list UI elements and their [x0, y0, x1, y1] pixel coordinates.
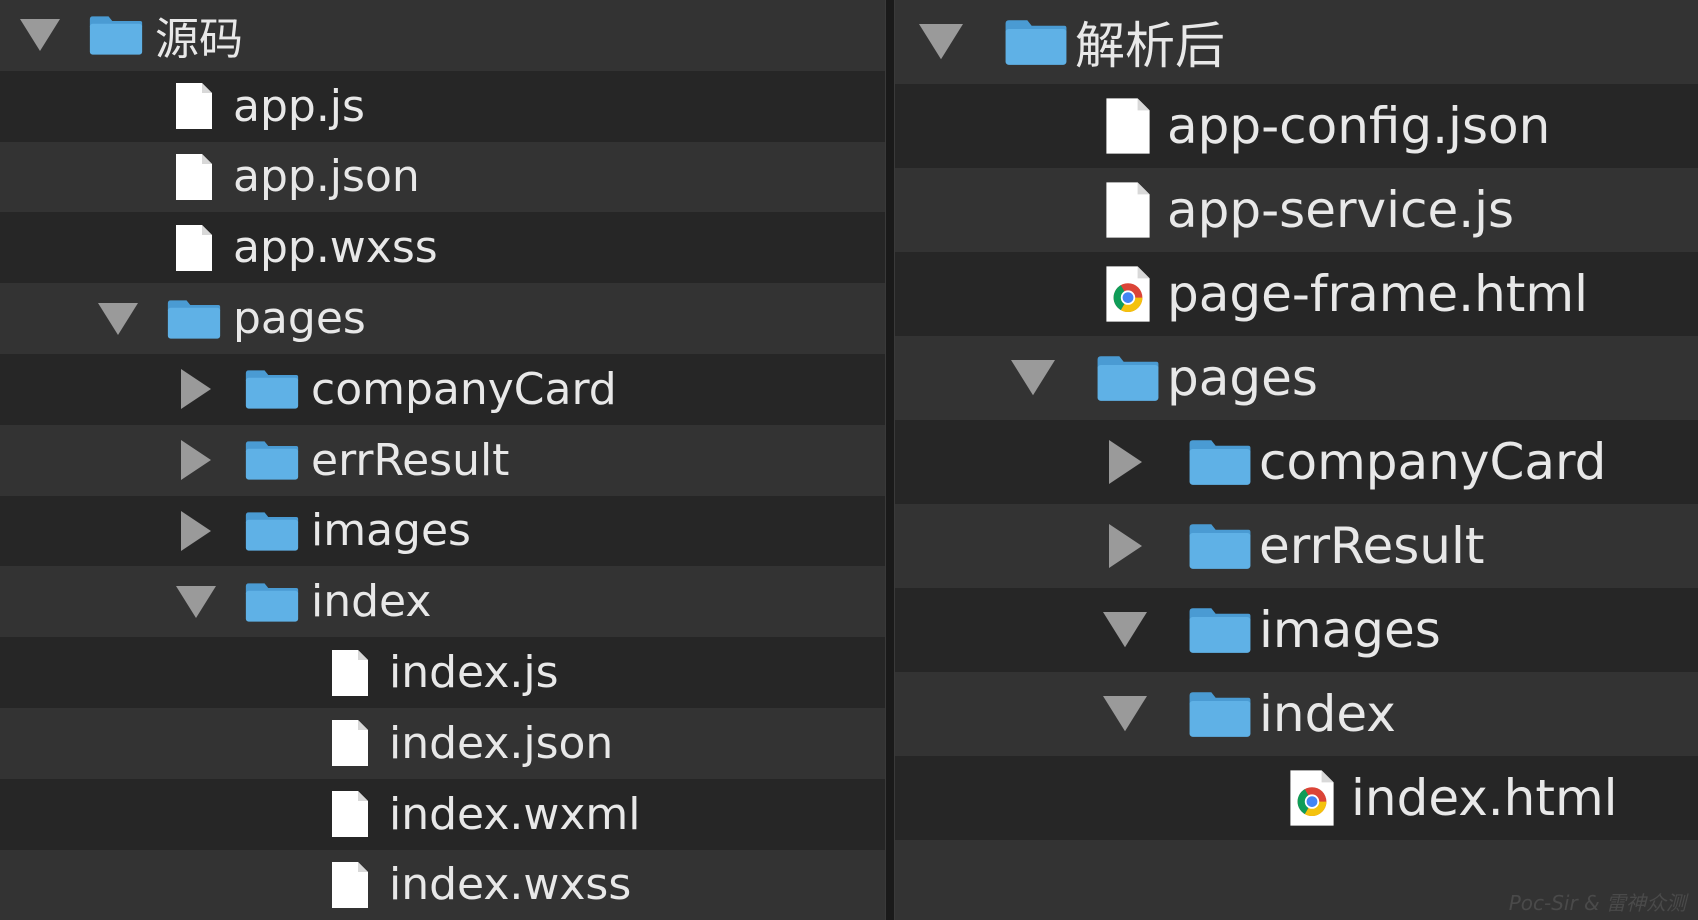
item-name: index.js [389, 647, 559, 699]
document-file-icon [322, 637, 378, 708]
folder-row[interactable]: pages [895, 336, 1698, 420]
folder-icon [244, 566, 300, 637]
chrome-html-file-icon [1279, 756, 1345, 840]
file-row[interactable]: index.json [0, 708, 885, 779]
folder-icon [244, 354, 300, 425]
folder-row[interactable]: companyCard [895, 420, 1698, 504]
file-row[interactable]: app.json [0, 141, 885, 213]
disclosure-collapsed-icon[interactable] [174, 354, 218, 425]
item-name: pages [233, 293, 366, 345]
watermark-text: Poc-Sir & 雷神众测 [1508, 891, 1686, 915]
document-file-icon [1095, 84, 1161, 168]
file-row[interactable]: page-frame.html [895, 252, 1698, 336]
finder-comparison: 源码 app.js app.json app.wxss pages compan… [0, 0, 1698, 920]
folder-icon [1187, 420, 1253, 504]
item-name: index.wxss [389, 859, 632, 911]
folder-icon [1095, 336, 1161, 420]
file-row[interactable]: app.wxss [0, 212, 885, 284]
file-row[interactable]: app-service.js [895, 168, 1698, 252]
item-name: 解析后 [1075, 17, 1225, 75]
item-name: index [311, 576, 432, 628]
disclosure-expanded-icon[interactable] [1101, 672, 1149, 756]
item-name: index.json [389, 717, 614, 769]
file-row[interactable]: app-config.json [895, 84, 1698, 168]
disclosure-expanded-icon[interactable] [917, 0, 965, 84]
item-name: companyCard [1259, 433, 1607, 491]
folder-row[interactable]: companyCard [0, 354, 885, 425]
item-name: companyCard [311, 363, 617, 415]
disclosure-collapsed-icon[interactable] [1101, 420, 1149, 504]
folder-row[interactable]: pages [0, 283, 885, 354]
item-name: images [1259, 601, 1441, 659]
item-name: app.js [233, 80, 365, 132]
folder-row[interactable]: 源码 [0, 0, 885, 71]
item-name: pages [1167, 349, 1318, 407]
item-name: errResult [311, 434, 510, 486]
disclosure-collapsed-icon[interactable] [174, 425, 218, 496]
source-tree-pane: 源码 app.js app.json app.wxss pages compan… [0, 0, 885, 920]
folder-icon [166, 283, 222, 354]
file-row[interactable]: index.js [0, 637, 885, 708]
folder-row[interactable]: errResult [895, 504, 1698, 588]
file-row[interactable]: app.js [0, 70, 885, 142]
folder-icon [244, 496, 300, 567]
folder-row[interactable]: index [895, 672, 1698, 756]
disclosure-expanded-icon[interactable] [96, 283, 140, 354]
document-file-icon [166, 142, 222, 213]
document-file-icon [322, 779, 378, 850]
item-name: app.wxss [233, 222, 438, 274]
item-name: errResult [1259, 517, 1485, 575]
item-name: page-frame.html [1167, 265, 1588, 323]
file-row[interactable]: index.wxss [0, 849, 885, 920]
folder-icon [1187, 504, 1253, 588]
document-file-icon [322, 708, 378, 779]
file-row[interactable]: index.wxml [0, 778, 885, 850]
folder-row[interactable]: images [0, 495, 885, 567]
document-file-icon [322, 850, 378, 920]
folder-row[interactable]: index [0, 566, 885, 638]
folder-icon [1187, 672, 1253, 756]
folder-row[interactable]: errResult [0, 424, 885, 496]
document-file-icon [166, 212, 222, 283]
folder-row[interactable]: 解析后 [895, 0, 1698, 84]
item-name: app.json [233, 151, 420, 203]
item-name: index [1259, 685, 1396, 743]
folder-row[interactable]: images [895, 588, 1698, 672]
folder-icon [1187, 588, 1253, 672]
disclosure-expanded-icon[interactable] [1101, 588, 1149, 672]
item-name: index.wxml [389, 788, 641, 840]
item-name: images [311, 505, 471, 557]
folder-icon [244, 425, 300, 496]
item-name: 源码 [155, 14, 243, 66]
disclosure-collapsed-icon[interactable] [174, 496, 218, 567]
document-file-icon [1095, 168, 1161, 252]
decompiled-tree-pane: 解析后 app-config.json app-service.js page-… [895, 0, 1698, 920]
item-name: app-service.js [1167, 181, 1515, 239]
item-name: index.html [1351, 769, 1618, 827]
file-row[interactable]: index.html [895, 756, 1698, 840]
pane-divider[interactable] [885, 0, 895, 920]
folder-icon [88, 0, 144, 71]
document-file-icon [166, 71, 222, 142]
disclosure-expanded-icon[interactable] [18, 0, 62, 71]
folder-icon [1003, 0, 1069, 84]
disclosure-expanded-icon[interactable] [1009, 336, 1057, 420]
disclosure-collapsed-icon[interactable] [1101, 504, 1149, 588]
chrome-html-file-icon [1095, 252, 1161, 336]
disclosure-expanded-icon[interactable] [174, 566, 218, 637]
item-name: app-config.json [1167, 97, 1551, 155]
